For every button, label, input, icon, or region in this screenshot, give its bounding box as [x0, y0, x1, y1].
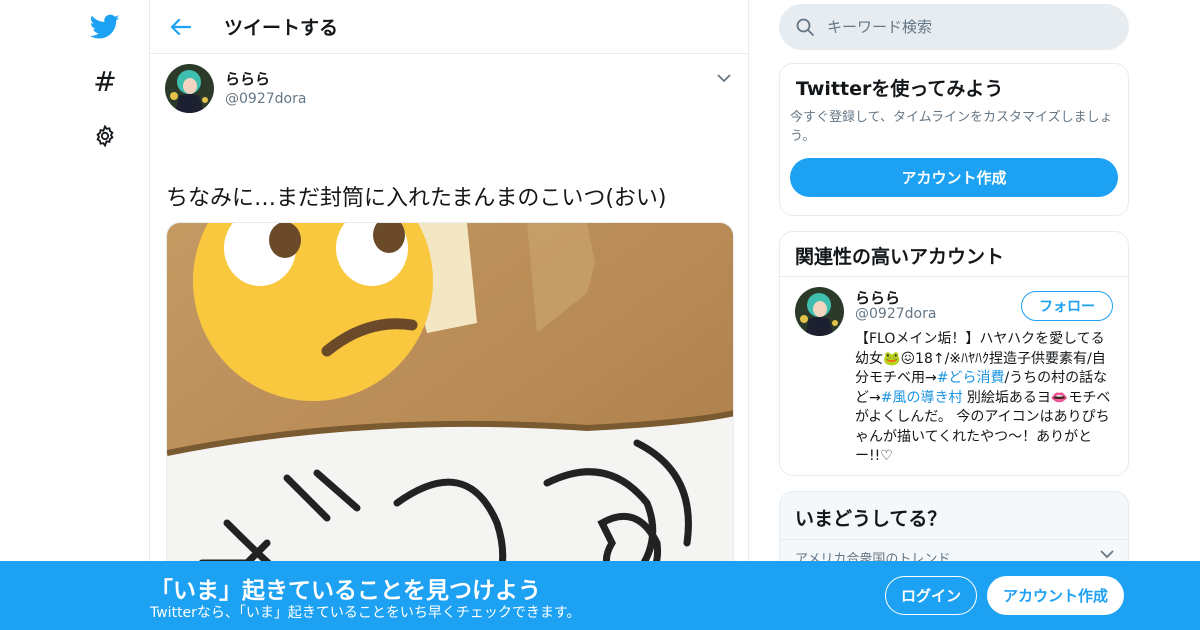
follow-button[interactable]: フォロー — [1021, 291, 1113, 321]
back-arrow-icon[interactable] — [168, 14, 194, 40]
search-box[interactable] — [779, 4, 1129, 50]
suggested-account-bio: 【FLOメイン垢！】ハヤハクを愛してる幼女🐸😖18↑/※ﾊﾔﾊｸ捏造子供要素有/… — [855, 330, 1115, 467]
avatar[interactable] — [165, 64, 214, 113]
twitter-bird-icon[interactable] — [88, 10, 122, 44]
tweet-author: ららら @0927dora — [225, 68, 306, 107]
signup-banner: 「いま」起きていることを見つけよう Twitterなら、「いま」起きていることを… — [0, 561, 1200, 630]
banner-subtitle: Twitterなら、「いま」起きていることをいち早くチェックできます。 — [150, 605, 581, 621]
signup-card: Twitterを使ってみよう 今すぐ登録して、タイムラインをカスタマイズしましょ… — [779, 63, 1129, 216]
suggested-account-name[interactable]: ららら — [855, 287, 900, 308]
page-title: ツイートする — [224, 17, 339, 39]
search-input[interactable] — [827, 18, 1107, 36]
search-icon — [796, 18, 814, 36]
confounded-face-emoji: 😖 — [900, 350, 916, 367]
left-navigation: # — [0, 0, 150, 630]
avatar[interactable] — [795, 287, 844, 336]
gear-icon[interactable] — [88, 119, 122, 153]
hashtag-link[interactable]: #どら消費 — [937, 370, 1005, 386]
frog-emoji: 🐸 — [883, 350, 901, 367]
page-header: ツイートする — [150, 0, 748, 54]
hashtag-icon[interactable]: # — [88, 64, 122, 98]
signup-button[interactable]: アカウント作成 — [987, 576, 1124, 615]
create-account-button[interactable]: アカウント作成 — [790, 158, 1118, 197]
related-accounts-title: 関連性の高いアカウント — [780, 232, 1128, 277]
author-handle[interactable]: @0927dora — [225, 91, 306, 107]
lips-emoji: 👄 — [1050, 389, 1069, 406]
tweet: ららら @0927dora ちなみに…まだ封筒に入れたまんまのこいつ(おい) — [150, 54, 748, 622]
suggested-account-handle[interactable]: @0927dora — [855, 306, 936, 322]
trends-title: いまどうしてる？ — [780, 492, 1128, 540]
signup-card-description: 今すぐ登録して、タイムラインをカスタマイズしましょう。 — [790, 110, 1113, 144]
bio-text: 別絵垢あるヨ — [962, 389, 1051, 406]
hashtag-link[interactable]: #風の導き村 — [881, 390, 963, 406]
author-name[interactable]: ららら — [225, 68, 306, 89]
main-column: ツイートする ららら @0927dora ちなみに…まだ封筒に入れたまんまのこい… — [149, 0, 749, 630]
login-button[interactable]: ログイン — [885, 576, 977, 615]
banner-title: 「いま」起きていることを見つけよう — [150, 578, 541, 604]
chevron-down-icon[interactable] — [714, 68, 734, 88]
tweet-text: ちなみに…まだ封筒に入れたまんまのこいつ(おい) — [166, 186, 667, 211]
signup-card-title: Twitterを使ってみよう — [796, 78, 1004, 100]
related-accounts-card: 関連性の高いアカウント ららら @0927dora フォロー 【FLOメイン垢！… — [779, 231, 1129, 476]
